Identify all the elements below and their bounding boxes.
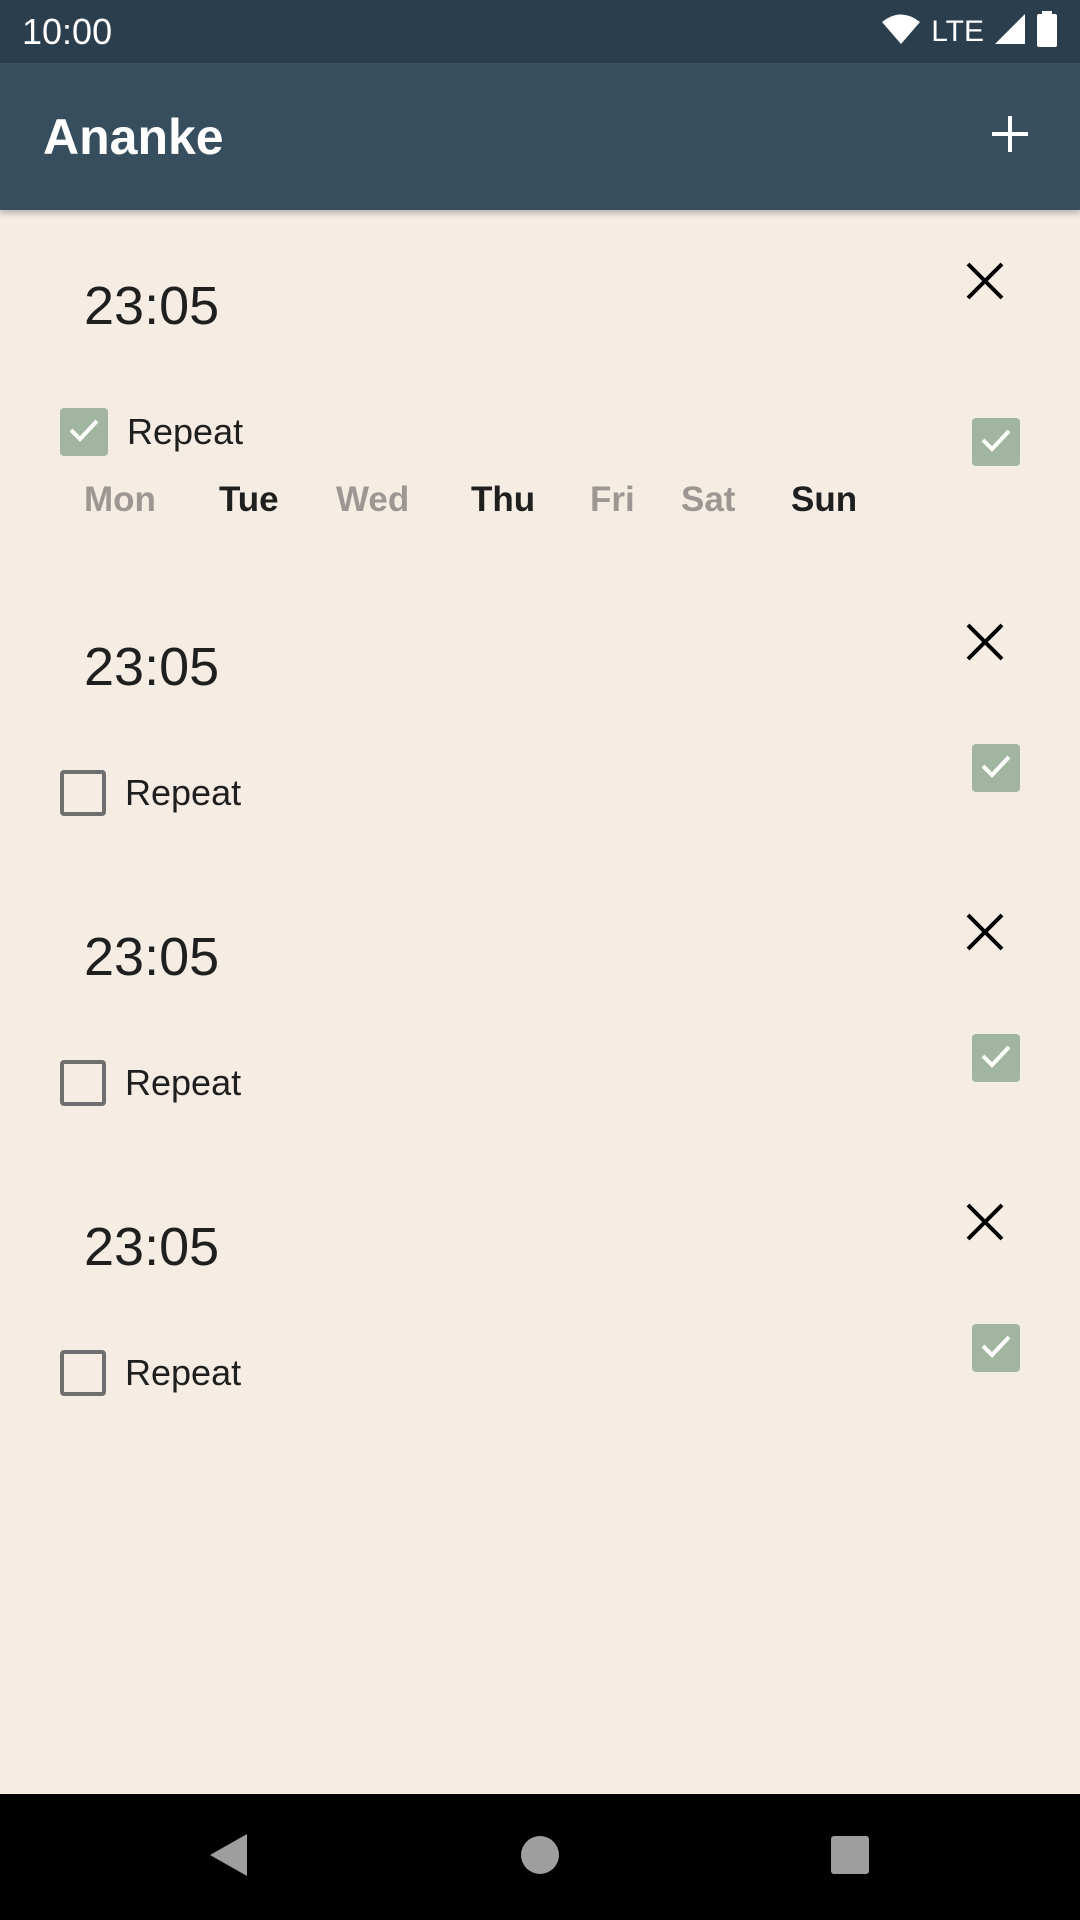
delete-alarm-button[interactable]	[960, 1199, 1010, 1249]
repeat-label: Repeat	[125, 772, 242, 813]
check-icon	[978, 1038, 1014, 1079]
repeat-checkbox[interactable]	[60, 1350, 106, 1396]
day-sat[interactable]: Sat	[681, 480, 735, 520]
repeat-checkbox[interactable]	[60, 408, 108, 456]
app-title: Ananke	[43, 108, 224, 165]
alarm-enabled-checkbox[interactable]	[972, 1034, 1020, 1082]
recents-icon	[830, 1835, 870, 1880]
battery-icon	[1036, 11, 1058, 52]
alarm-time[interactable]: 23:05	[84, 926, 219, 988]
delete-alarm-button[interactable]	[960, 909, 1010, 959]
recents-button[interactable]	[818, 1825, 882, 1889]
alarm-time[interactable]: 23:05	[84, 1216, 219, 1278]
check-icon	[66, 412, 102, 453]
close-icon	[966, 1203, 1004, 1246]
alarm-enabled-checkbox[interactable]	[972, 1324, 1020, 1372]
repeat-row: Repeat	[60, 407, 243, 457]
repeat-checkbox[interactable]	[60, 1060, 106, 1106]
alarm-enabled-checkbox[interactable]	[972, 744, 1020, 792]
back-button[interactable]	[196, 1825, 260, 1889]
alarm-time[interactable]: 23:05	[84, 636, 219, 698]
network-type: LTE	[931, 14, 984, 48]
plus-icon	[990, 114, 1030, 159]
status-icons: LTE	[881, 11, 1058, 52]
repeat-checkbox[interactable]	[60, 770, 106, 816]
repeat-label: Repeat	[127, 411, 244, 452]
status-time: 10:00	[22, 10, 113, 52]
signal-icon	[994, 13, 1026, 50]
navigation-bar	[0, 1794, 1080, 1920]
delete-alarm-button[interactable]	[960, 258, 1010, 308]
repeat-row: Repeat	[60, 1058, 241, 1108]
delete-alarm-button[interactable]	[960, 619, 1010, 669]
check-icon	[978, 1328, 1014, 1369]
app-bar: Ananke	[0, 63, 1080, 210]
repeat-row: Repeat	[60, 1348, 241, 1398]
check-icon	[978, 748, 1014, 789]
alarm-list: 23:05 Repeat Mon Tue Wed Thu Fri Sat Sun…	[0, 210, 1080, 1794]
add-alarm-button[interactable]	[980, 107, 1040, 167]
repeat-label: Repeat	[125, 1062, 242, 1103]
home-button[interactable]	[508, 1825, 572, 1889]
day-mon[interactable]: Mon	[84, 480, 156, 520]
repeat-label: Repeat	[125, 1352, 242, 1393]
day-tue[interactable]: Tue	[219, 480, 279, 520]
status-bar: 10:00 LTE	[0, 0, 1080, 63]
wifi-icon	[881, 13, 921, 50]
repeat-row: Repeat	[60, 768, 241, 818]
close-icon	[966, 623, 1004, 666]
repeat-days: Mon Tue Wed Thu Fri Sat Sun	[0, 480, 1080, 530]
alarm-enabled-checkbox[interactable]	[972, 418, 1020, 466]
alarm-time[interactable]: 23:05	[84, 275, 219, 337]
close-icon	[966, 913, 1004, 956]
day-wed[interactable]: Wed	[336, 480, 409, 520]
check-icon	[978, 422, 1014, 463]
back-icon	[207, 1832, 249, 1883]
day-sun[interactable]: Sun	[791, 480, 857, 520]
day-fri[interactable]: Fri	[590, 480, 635, 520]
close-icon	[966, 262, 1004, 305]
day-thu[interactable]: Thu	[471, 480, 535, 520]
home-icon	[520, 1835, 560, 1880]
